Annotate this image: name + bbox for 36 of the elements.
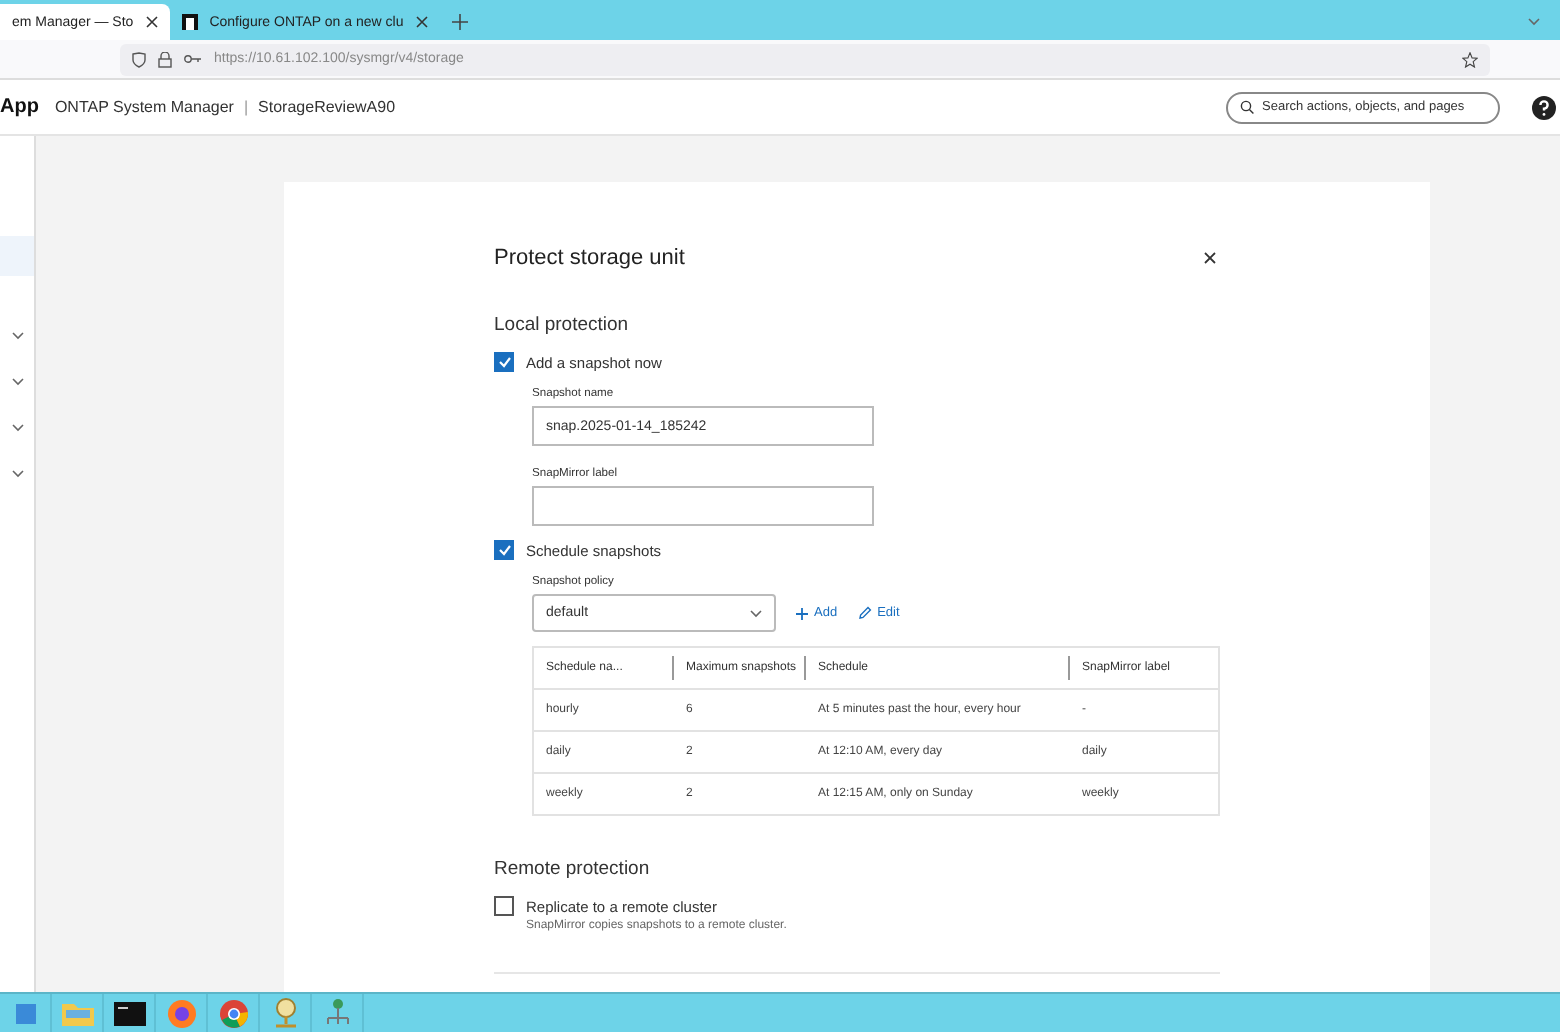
chevron-down-icon bbox=[11, 423, 23, 431]
chevron-down-icon bbox=[11, 331, 23, 339]
checkbox[interactable] bbox=[494, 896, 514, 916]
star-icon[interactable] bbox=[1462, 51, 1478, 67]
checkbox[interactable] bbox=[494, 352, 514, 372]
firefox-icon[interactable] bbox=[167, 999, 195, 1027]
site-icon bbox=[181, 14, 198, 30]
key-icon[interactable] bbox=[184, 54, 202, 64]
section-heading: Local protection bbox=[494, 314, 631, 336]
close-icon[interactable] bbox=[415, 15, 428, 27]
product-name: ONTAP System Manager bbox=[54, 98, 234, 116]
chevron-down-icon bbox=[11, 469, 23, 477]
separator-text: | bbox=[243, 98, 249, 116]
network-icon[interactable] bbox=[325, 998, 349, 1028]
dialog-title: Protect storage unit bbox=[494, 246, 685, 270]
snapmirror-label-field[interactable] bbox=[532, 486, 874, 526]
chevron-down-icon bbox=[11, 377, 23, 385]
chrome-icon[interactable] bbox=[219, 999, 247, 1027]
caret-icon bbox=[750, 609, 762, 617]
shield-icon[interactable] bbox=[132, 51, 146, 67]
logo-text: App bbox=[0, 96, 39, 118]
check-icon bbox=[497, 356, 511, 368]
close-button[interactable] bbox=[1200, 248, 1220, 268]
section-heading: Remote protection bbox=[494, 858, 652, 880]
chevron-down-icon bbox=[1528, 18, 1540, 26]
checkbox[interactable] bbox=[494, 540, 514, 560]
help-icon[interactable] bbox=[1532, 95, 1556, 119]
check-icon bbox=[497, 544, 511, 556]
close-icon[interactable] bbox=[145, 15, 158, 27]
terminal-icon[interactable] bbox=[113, 1001, 145, 1025]
pencil-icon bbox=[857, 606, 872, 620]
plus-icon bbox=[796, 607, 808, 619]
lock-icon[interactable] bbox=[158, 51, 172, 67]
plus-icon[interactable] bbox=[451, 14, 468, 30]
cluster-name: StorageReviewA90 bbox=[258, 98, 396, 116]
close-icon bbox=[1204, 252, 1216, 264]
